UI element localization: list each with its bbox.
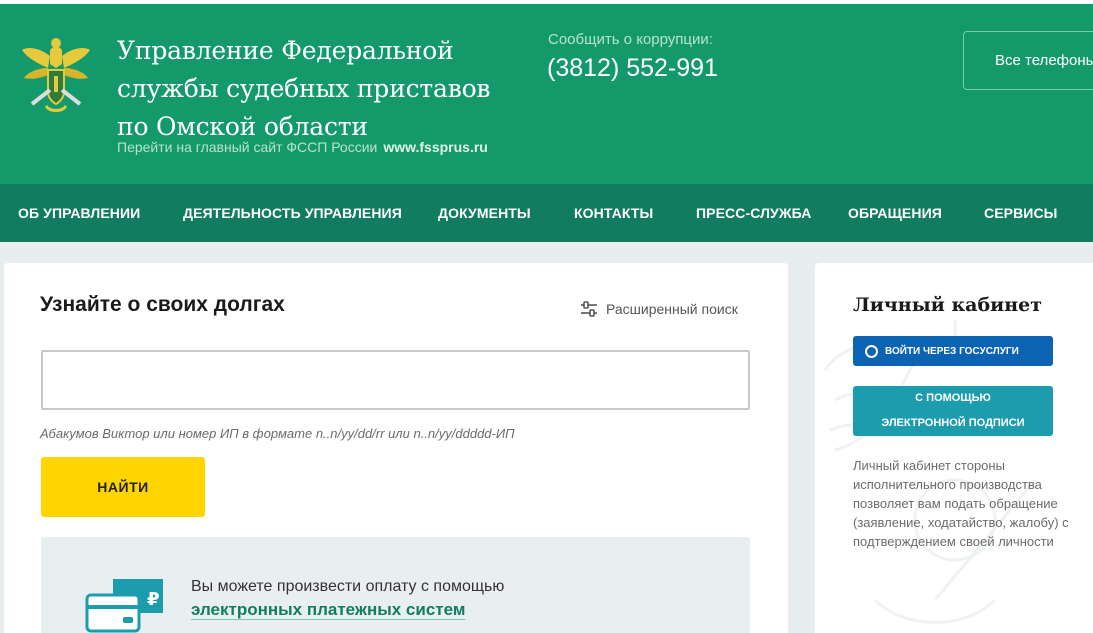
find-button[interactable]: НАЙТИ	[41, 457, 205, 517]
gosuslugi-icon	[865, 344, 878, 358]
advanced-search-link[interactable]: Расширенный поиск	[580, 299, 738, 319]
signature-line-2: ЭЛЕКТРОННОЙ ПОДПИСИ	[881, 417, 1025, 429]
debt-search-title: Узнайте о своих долгах	[40, 293, 285, 316]
main-site-link[interactable]: Перейти на главный сайт ФССП России www.f…	[117, 139, 488, 155]
debt-search-input[interactable]	[41, 350, 750, 410]
cabinet-description: Личный кабинет стороны исполнительного п…	[853, 456, 1083, 551]
nav-item-press[interactable]: ПРЕСС-СЛУЖБА	[696, 184, 811, 242]
eagle-emblem-icon[interactable]	[20, 34, 92, 116]
nav-item-appeals[interactable]: ОБРАЩЕНИЯ	[848, 184, 942, 242]
digital-signature-button[interactable]: С ПОМОЩЬЮ ЭЛЕКТРОННОЙ ПОДПИСИ	[853, 386, 1053, 436]
all-phones-button[interactable]: Все телефоны	[963, 31, 1093, 90]
currency-glyph: ₽	[147, 589, 160, 610]
main-site-url: www.fssprus.ru	[383, 139, 488, 155]
nav-item-about[interactable]: ОБ УПРАВЛЕНИИ	[18, 184, 140, 242]
desc-line-4: (заявление, ходатайство, жалобу) с	[853, 515, 1069, 530]
sliders-icon	[581, 301, 597, 317]
desc-line-3: позволяет вам подать обращение	[853, 496, 1058, 511]
desc-line-2: исполнительного производства	[853, 477, 1042, 492]
desc-line-5: подтверждением своей личности	[853, 534, 1054, 549]
desc-line-1: Личный кабинет стороны	[853, 458, 1005, 473]
corruption-phone[interactable]: (3812) 552-991	[547, 54, 718, 83]
payment-text: Вы можете произвести оплату с помощью	[191, 578, 505, 595]
nav-item-contacts[interactable]: КОНТАКТЫ	[574, 184, 653, 242]
card-payment-icon: ₽	[85, 579, 163, 633]
title-line-1: Управление Федеральной	[117, 36, 454, 65]
payment-systems-link[interactable]: электронных платежных систем	[191, 600, 465, 620]
site-header: Управление Федеральной службы судебных п…	[0, 4, 1093, 184]
search-hint: Абакумов Виктор или номер ИП в формате n…	[40, 426, 515, 441]
main-nav: ОБ УПРАВЛЕНИИ ДЕЯТЕЛЬНОСТЬ УПРАВЛЕНИЯ ДО…	[0, 184, 1093, 242]
nav-item-services[interactable]: СЕРВИСЫ	[984, 184, 1057, 242]
main-site-text: Перейти на главный сайт ФССП России	[117, 139, 378, 155]
gosuslugi-login-button[interactable]: ВОЙТИ ЧЕРЕЗ ГОСУСЛУГИ	[853, 336, 1053, 366]
personal-cabinet-title: Личный кабинет	[853, 294, 1043, 316]
advanced-search-label: Расширенный поиск	[606, 301, 738, 317]
signature-line-1: С ПОМОЩЬЮ	[915, 392, 991, 404]
nav-item-activity[interactable]: ДЕЯТЕЛЬНОСТЬ УПРАВЛЕНИЯ	[183, 184, 402, 242]
gosuslugi-label: ВОЙТИ ЧЕРЕЗ ГОСУСЛУГИ	[885, 345, 1019, 357]
corruption-label: Сообщить о коррупции:	[548, 31, 713, 48]
organization-title[interactable]: Управление Федеральной службы судебных п…	[117, 32, 537, 146]
title-line-2: службы судебных приставов	[117, 74, 491, 103]
nav-item-documents[interactable]: ДОКУМЕНТЫ	[438, 184, 531, 242]
